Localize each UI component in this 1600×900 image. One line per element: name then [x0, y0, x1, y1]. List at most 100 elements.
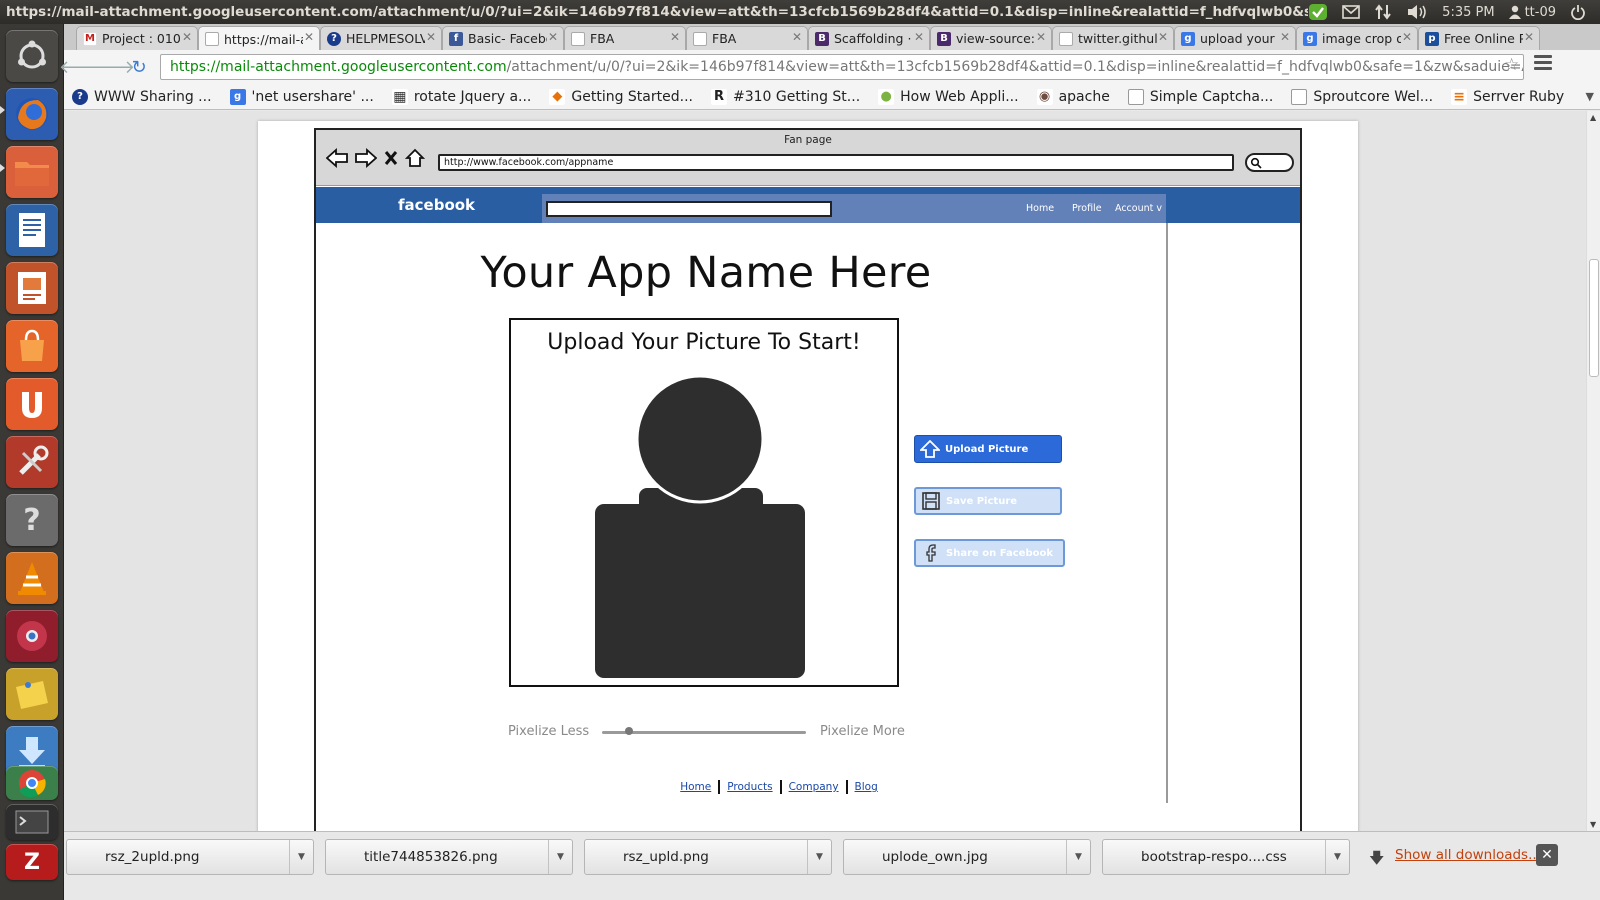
mockup-search-field [1245, 153, 1294, 172]
tab-fba-2[interactable]: FBA ✕ [686, 26, 808, 50]
close-icon[interactable]: ✕ [1536, 844, 1558, 866]
bookmark-label: Getting Started... [571, 88, 693, 105]
google-icon: g [229, 88, 246, 105]
vertical-scrollbar[interactable]: ▲ ▼ [1586, 111, 1600, 831]
tab-fba-1[interactable]: FBA ✕ [564, 26, 686, 50]
forward-icon[interactable]: 🡒 [87, 54, 135, 80]
scrollbar-thumb[interactable] [1589, 259, 1599, 377]
tab-mail-attachment[interactable]: https://mail-a ✕ [198, 26, 320, 51]
clock[interactable]: 5:35 PM [1442, 5, 1494, 20]
tab-image-crop[interactable]: g image crop o ✕ [1296, 26, 1418, 50]
bookmark-simple-captcha[interactable]: Simple Captcha... [1127, 88, 1273, 105]
software-center-icon[interactable] [6, 320, 58, 372]
footer-links: Home Products Company Blog [316, 780, 1242, 794]
content-divider [1166, 223, 1168, 803]
bookmarks-overflow-icon[interactable]: ▼ [1586, 90, 1594, 103]
image-sheet: Fan page http://www.facebook.com/appname… [258, 121, 1358, 831]
bookmark-rotate-jquery[interactable]: ▦ rotate Jquery a... [391, 88, 531, 105]
bootstrap-icon: B [815, 31, 829, 46]
tab-scaffolding[interactable]: B Scaffolding · I ✕ [808, 26, 930, 50]
close-icon[interactable]: ✕ [792, 30, 802, 44]
chromium-icon[interactable] [6, 610, 58, 662]
chevron-down-icon[interactable]: ▼ [807, 840, 831, 874]
url-path: /attachment/u/0/?ui=2&ik=146b97f814&view… [506, 59, 1524, 75]
close-icon[interactable]: ✕ [914, 30, 924, 44]
firefox-icon[interactable] [6, 88, 58, 140]
tab-label: https://mail-a [224, 31, 303, 47]
bookmark-serrver-ruby[interactable]: ≡ Serrver Ruby [1451, 88, 1564, 105]
fb-nav-home: Home [1026, 203, 1055, 214]
bookmark-how-web-apps[interactable]: ● How Web Appli... [878, 88, 1019, 105]
bookmark-sproutcore[interactable]: Sproutcore Wel... [1291, 88, 1434, 105]
close-icon[interactable]: ✕ [1158, 30, 1168, 44]
scroll-up-icon[interactable]: ▲ [1590, 113, 1596, 122]
mail-icon[interactable] [1342, 5, 1360, 19]
tab-helpmesolve[interactable]: ? HELPMESOLV ✕ [320, 26, 442, 50]
tab-twitter-github[interactable]: twitter.githul ✕ [1052, 26, 1174, 50]
filezilla-icon[interactable]: Z [6, 844, 58, 880]
tab-free-online[interactable]: p Free Online P ✕ [1418, 26, 1540, 50]
close-icon[interactable]: ✕ [426, 30, 436, 44]
tab-project[interactable]: M Project : 010 ✕ [76, 26, 198, 50]
chevron-down-icon[interactable]: ▼ [289, 840, 313, 874]
reload-icon[interactable]: ↻ [126, 54, 152, 80]
toolbar: 🡐 🡒 ↻ https://mail-attachment.googleuser… [59, 50, 1600, 84]
chrome-icon[interactable] [6, 766, 58, 800]
close-icon[interactable]: ✕ [1524, 30, 1534, 44]
railscasts-icon: R [710, 88, 727, 105]
bookmark-star-icon[interactable]: ☆ [1504, 55, 1519, 75]
tab-label: FBA [590, 31, 615, 46]
help-icon[interactable]: ? [6, 494, 58, 546]
bookmark-www-sharing[interactable]: ? WWW Sharing ... [72, 88, 212, 105]
footer-separator [779, 780, 782, 794]
files-icon[interactable] [6, 146, 58, 198]
user-menu[interactable]: tt-09 [1508, 5, 1556, 20]
network-icon[interactable] [1374, 3, 1392, 21]
bookmark-label: Sproutcore Wel... [1313, 88, 1434, 105]
tab-basic-facebook[interactable]: f Basic- Facebo ✕ [442, 26, 564, 50]
update-icon[interactable] [1308, 3, 1328, 21]
close-icon[interactable]: ✕ [1280, 30, 1290, 44]
power-icon[interactable] [1570, 4, 1586, 20]
download-item[interactable]: rsz_upld.png ▼ [584, 839, 832, 875]
vlc-icon[interactable] [6, 552, 58, 604]
frog-icon: ● [878, 88, 895, 105]
footer-link-company: Company [788, 781, 839, 793]
tab-view-source[interactable]: B view-source:t ✕ [930, 26, 1052, 50]
close-icon[interactable]: ✕ [548, 30, 558, 44]
address-bar[interactable]: https://mail-attachment.googleuserconten… [160, 54, 1524, 80]
download-item[interactable]: uplode_own.jpg ▼ [843, 839, 1091, 875]
close-icon[interactable]: ✕ [1036, 30, 1046, 44]
notes-icon[interactable] [6, 668, 58, 720]
system-settings-icon[interactable] [6, 436, 58, 488]
download-item[interactable]: title744853826.png ▼ [325, 839, 573, 875]
chevron-down-icon[interactable]: ▼ [1325, 840, 1349, 874]
impress-icon[interactable] [6, 262, 58, 314]
mockup-browser-chrome: Fan page http://www.facebook.com/appname [316, 130, 1300, 186]
volume-icon[interactable] [1406, 3, 1428, 21]
facebook-search-input [546, 201, 832, 217]
close-icon[interactable]: ✕ [304, 30, 314, 44]
bookmark-apache[interactable]: ◉ apache [1036, 88, 1110, 105]
bookmark-310-getting-started[interactable]: R #310 Getting St... [710, 88, 860, 105]
bookmark-getting-started[interactable]: ◆ Getting Started... [549, 88, 693, 105]
close-icon[interactable]: ✕ [182, 30, 192, 44]
bookmark-net-usershare[interactable]: g 'net usershare' ... [229, 88, 374, 105]
site-icon: p [1425, 31, 1439, 46]
chevron-down-icon[interactable]: ▼ [548, 840, 572, 874]
close-icon[interactable]: ✕ [1402, 30, 1412, 44]
download-filename: uplode_own.jpg [882, 849, 988, 865]
download-item[interactable]: bootstrap-respo....css ▼ [1102, 839, 1350, 875]
download-item[interactable]: rsz_2upld.png ▼ [66, 839, 314, 875]
scroll-down-icon[interactable]: ▼ [1590, 820, 1596, 829]
menu-icon[interactable] [1534, 55, 1552, 73]
close-icon[interactable]: ✕ [670, 30, 680, 44]
page-icon [205, 32, 219, 46]
writer-icon[interactable] [6, 204, 58, 256]
tab-upload-your[interactable]: g upload your p ✕ [1174, 26, 1296, 50]
chevron-down-icon[interactable]: ▼ [1066, 840, 1090, 874]
show-all-downloads-link[interactable]: Show all downloads... [1395, 847, 1541, 863]
terminal-icon[interactable] [6, 804, 58, 840]
ubuntu-one-icon[interactable] [6, 378, 58, 430]
dash-home-icon[interactable] [6, 30, 58, 82]
